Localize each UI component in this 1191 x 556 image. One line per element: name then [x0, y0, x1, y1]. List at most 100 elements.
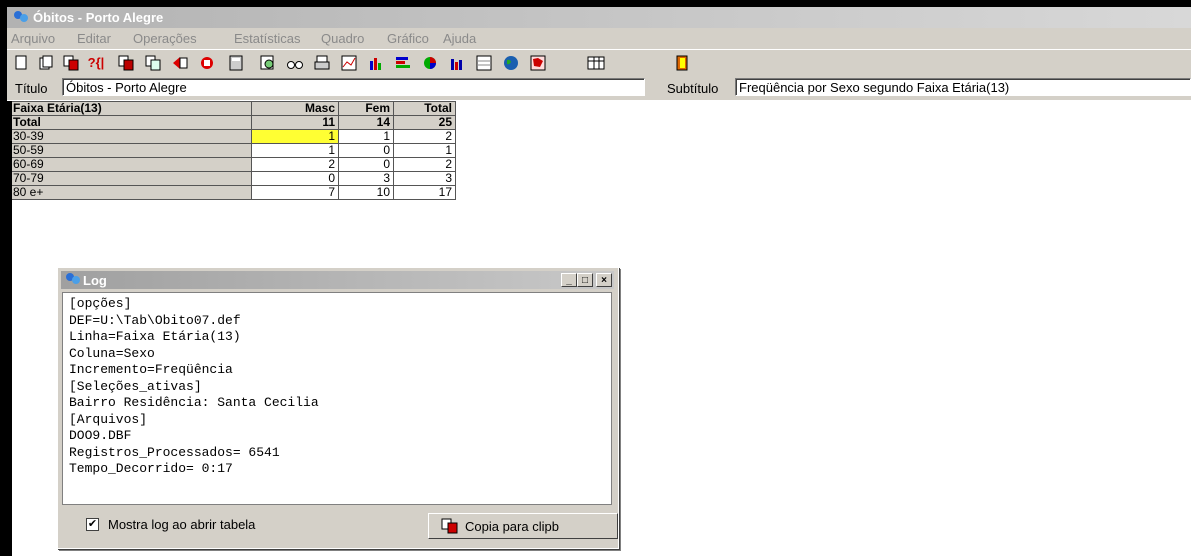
log-line: Registros_Processados= 6541 [69, 444, 280, 460]
log-line: [Seleções_ativas] [69, 378, 202, 394]
log-line: Linha=Faixa Etária(13) [69, 329, 241, 344]
main-window: Óbitos - Porto Alegre Arquivo Editar Ope… [7, 7, 1191, 556]
copy-icon[interactable] [62, 54, 80, 71]
log-line: [opções] [69, 296, 132, 311]
table-cell[interactable]: 0 [338, 157, 394, 172]
row-label[interactable]: 30-39 [9, 129, 252, 144]
header-fem[interactable]: Fem [338, 101, 394, 116]
table-cell[interactable]: 0 [251, 171, 339, 186]
table-chart-icon[interactable] [475, 54, 493, 71]
header-total[interactable]: Total [393, 101, 456, 116]
table-cell-selected[interactable]: 1 [251, 129, 339, 144]
log-text-area[interactable]: [opções] DEF=U:\Tab\Obito07.def Linha=Faix… [62, 292, 612, 505]
log-title-bar[interactable]: Log _ □ × [61, 271, 614, 289]
cut-icon[interactable] [171, 54, 189, 71]
title-bar: Óbitos - Porto Alegre [7, 7, 1191, 28]
window-title: Óbitos - Porto Alegre [33, 10, 164, 25]
row-label[interactable]: 70-79 [9, 171, 252, 186]
binoculars-icon[interactable] [286, 54, 304, 71]
app-icon [14, 11, 28, 22]
table-cell[interactable]: 0 [338, 143, 394, 158]
menu-bar: Arquivo Editar Operações Estatísticas Qu… [7, 28, 1191, 49]
exit-icon[interactable] [673, 54, 691, 71]
pie-chart-icon[interactable] [421, 54, 439, 71]
copy-clipboard-icon [441, 518, 458, 534]
data-table: Faixa Etária(13) Masc Fem Total Total 11… [9, 101, 456, 200]
show-log-checkbox[interactable]: ✔ [86, 518, 99, 531]
row-label[interactable]: 50-59 [9, 143, 252, 158]
table-row: 30-39 1 1 2 [9, 129, 456, 144]
line-chart-icon[interactable] [340, 54, 358, 71]
table-cell[interactable]: 11 [251, 115, 339, 130]
table-cell[interactable]: 10 [338, 185, 394, 200]
map-icon[interactable] [529, 54, 547, 71]
menu-arquivo[interactable]: Arquivo [11, 31, 55, 46]
header-faixa[interactable]: Faixa Etária(13) [9, 101, 252, 116]
table-cell[interactable]: 2 [393, 157, 456, 172]
printer-icon[interactable] [313, 54, 331, 71]
open-icon[interactable] [37, 54, 55, 71]
table-cell[interactable]: 7 [251, 185, 339, 200]
table-cell[interactable]: 17 [393, 185, 456, 200]
calculator-icon[interactable] [227, 54, 245, 71]
new-icon[interactable] [12, 54, 30, 71]
stop-icon[interactable] [198, 54, 216, 71]
table-cell[interactable]: 2 [393, 129, 456, 144]
help-icon[interactable]: ?{| [87, 54, 105, 71]
maximize-icon[interactable]: □ [577, 273, 593, 287]
globe-icon[interactable] [502, 54, 520, 71]
minimize-icon[interactable]: _ [561, 273, 577, 287]
table-cell[interactable]: 2 [251, 157, 339, 172]
header-masc[interactable]: Masc [251, 101, 339, 116]
log-app-icon [66, 273, 80, 284]
bar-chart-icon[interactable] [367, 54, 385, 71]
title-label: Título [15, 81, 48, 96]
log-window: Log _ □ × [opções] DEF=U:\Tab\Obito07.def… [57, 267, 619, 549]
menu-editar[interactable]: Editar [77, 31, 111, 46]
log-line: Incremento=Freqüência [69, 362, 233, 377]
table-row: 70-79 0 3 3 [9, 171, 456, 186]
grid-icon[interactable] [587, 54, 605, 71]
table-cell[interactable]: 1 [393, 143, 456, 158]
print-preview-icon[interactable] [259, 54, 277, 71]
title-field[interactable]: Óbitos - Porto Alegre [62, 78, 645, 96]
table-row: 60-69 2 0 2 [9, 157, 456, 172]
log-line: [Arquivos] [69, 411, 148, 427]
table-cell[interactable]: 25 [393, 115, 456, 130]
row-label[interactable]: 80 e+ [9, 185, 252, 200]
subtitle-field[interactable]: Freqüência por Sexo segundo Faixa Etária… [735, 78, 1191, 96]
menu-ajuda[interactable]: Ajuda [443, 31, 476, 46]
log-line: DEF=U:\Tab\Obito07.def [69, 312, 241, 328]
log-line: Bairro Residência: Santa Cecilia [69, 395, 319, 410]
hbar-chart-icon[interactable] [394, 54, 412, 71]
column-chart-icon[interactable] [448, 54, 466, 71]
left-frame-border [7, 101, 12, 556]
table-cell[interactable]: 14 [338, 115, 394, 130]
log-bottom-bar: ✔ Mostra log ao abrir tabela Copia para … [62, 508, 618, 544]
title-line: Título Óbitos - Porto Alegre Subtítulo F… [7, 76, 1191, 100]
table-cell[interactable]: 3 [393, 171, 456, 186]
paste-icon[interactable] [117, 54, 135, 71]
menu-grafico[interactable]: Gráfico [387, 31, 429, 46]
total-label[interactable]: Total [9, 115, 252, 130]
table-cell[interactable]: 1 [251, 143, 339, 158]
log-line: DOO9.DBF [69, 428, 132, 443]
log-line: Coluna=Sexo [69, 345, 155, 361]
table-row: 50-59 1 0 1 [9, 143, 456, 158]
table-header: Faixa Etária(13) Masc Fem Total [9, 101, 456, 116]
row-label[interactable]: 60-69 [9, 157, 252, 172]
menu-estatisticas[interactable]: Estatísticas [234, 31, 300, 46]
close-icon[interactable]: × [596, 273, 612, 287]
table-row: 80 e+ 7 10 17 [9, 185, 456, 200]
menu-quadro[interactable]: Quadro [321, 31, 364, 46]
show-log-label: Mostra log ao abrir tabela [108, 517, 256, 532]
toolbar: ?{| [7, 49, 1191, 76]
copy-to-clipboard-button[interactable]: Copia para clipb [428, 513, 618, 539]
log-line: Tempo_Decorrido= 0:17 [69, 461, 233, 476]
table-cell[interactable]: 3 [338, 171, 394, 186]
copy2-icon[interactable] [144, 54, 162, 71]
total-row: Total 11 14 25 [9, 115, 456, 130]
menu-operacoes[interactable]: Operações [133, 31, 197, 46]
log-title: Log [83, 273, 107, 288]
table-cell[interactable]: 1 [338, 129, 394, 144]
